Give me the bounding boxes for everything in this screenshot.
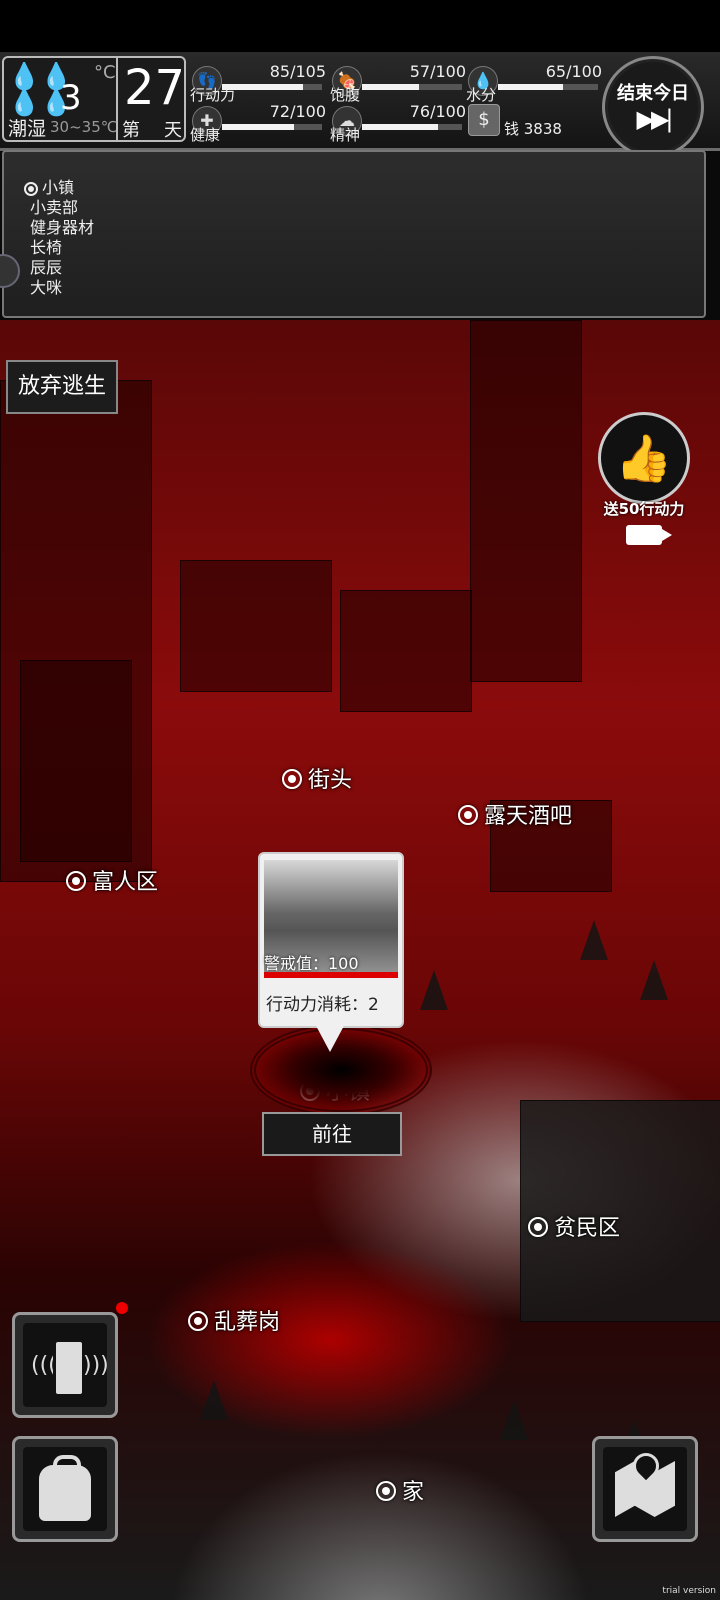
marker-dot-icon [458,805,478,825]
notification-dot [116,1302,128,1314]
marker-label: 露天酒吧 [484,804,573,829]
tree [200,1380,228,1420]
marker-graveyard[interactable]: 乱葬岗 [188,1304,280,1336]
tower-building [470,320,582,682]
stat-bar-fill [498,84,563,90]
backpack-icon [39,1455,91,1521]
map-button[interactable] [592,1436,698,1542]
day-number: 27 [124,60,186,116]
marker-dot-icon [188,1311,208,1331]
tree [640,960,668,1000]
stat-water: 💧 65/100 水分 [466,62,608,104]
phone-button[interactable]: ((( ))) [12,1312,118,1418]
end-day-button[interactable]: 结束今日 ▶▶| [602,56,704,158]
house-building [340,590,472,712]
marker-label: 街头 [308,768,353,793]
marker-home[interactable]: 家 [376,1474,424,1506]
day-suffix: 天 [164,120,182,141]
humidity-label: 潮湿 [8,118,47,140]
marker-rich-district[interactable]: 富人区 [66,864,158,896]
game-screen: 💧💧 💧💧 3 °C 潮湿 30~35℃ 27 第 天 👣 85/105 行动力 … [0,0,720,1600]
marker-dot-icon [528,1217,548,1237]
stat-value: 85/105 [269,62,326,81]
location-item-label: 大咪 [30,278,63,297]
stat-bar [362,84,462,90]
marker-bar[interactable]: 露天酒吧 [458,798,572,830]
stat-bar [498,84,598,90]
temperature-range: 30~35℃ [50,118,118,136]
stat-value: 72/100 [269,102,326,121]
stat-bar-fill [222,124,294,130]
backpack-icon-bg [23,1447,107,1531]
marker-label: 乱葬岗 [214,1310,281,1335]
stat-value: 57/100 [409,62,466,81]
money-label: 钱 3838 [504,120,562,138]
stat-health: ✚ 72/100 健康 [190,102,332,144]
location-item[interactable]: 大咪 [30,274,62,298]
marker-dot-icon [282,769,302,789]
alert-bar [264,972,398,978]
stat-label: 精神 [330,126,361,144]
temperature-value: 3 [60,78,82,118]
marker-dot-icon [376,1481,396,1501]
marker-label: 富人区 [92,870,159,895]
divider [116,58,118,140]
map-icon-bg [603,1447,687,1531]
stat-spirit: ☁ 76/100 精神 [330,102,472,144]
money-display: $ 钱 3838 [468,100,598,140]
degree-unit: °C [94,62,116,83]
location-panel: 小镇 小卖部 健身器材 长椅 辰辰 大咪 [2,150,706,318]
tree [580,920,608,960]
signal-wave-icon: ))) [83,1353,109,1378]
marker-dot-icon [66,871,86,891]
stat-value: 76/100 [409,102,466,121]
give-up-button[interactable]: 放弃逃生 [6,360,118,414]
weather-panel: 💧💧 💧💧 3 °C 潮湿 30~35℃ 27 第 天 [2,56,186,142]
stat-satiety: 🍖 57/100 饱腹 [330,62,472,104]
stat-bar-fill [362,84,419,90]
stat-value: 65/100 [545,62,602,81]
ad-reward-label: 送50行动力 [603,500,685,518]
marker-label: 家 [402,1480,425,1505]
location-popup-card: 警戒值：100 行动力消耗：2 [258,852,404,1028]
thumbs-up-icon: 👍 [598,412,690,504]
marker-label: 贫民区 [554,1216,621,1241]
end-day-label: 结束今日 [617,83,689,104]
stat-action: 👣 85/105 行动力 [190,62,332,104]
backpack-button[interactable] [12,1436,118,1542]
stat-label: 健康 [190,126,221,144]
marker-street[interactable]: 街头 [282,762,352,794]
ad-reward-button[interactable]: 👍 送50行动力 [598,412,690,552]
house-building [180,560,332,692]
stat-bar [222,84,322,90]
action-cost: 行动力消耗：2 [266,995,379,1015]
watermark: trial version [662,1586,716,1596]
go-button[interactable]: 前往 [262,1112,402,1156]
video-camera-icon [626,525,662,545]
phone-icon-bg: ((( ))) [23,1323,109,1407]
house-building [20,660,132,862]
phone-icon [53,1339,85,1397]
day-prefix: 第 [122,120,140,141]
tree [420,970,448,1010]
tree [500,1400,528,1440]
stat-bar [222,124,322,130]
marker-slum[interactable]: 贫民区 [528,1210,620,1242]
status-bar-spacer [0,0,720,52]
fast-forward-icon: ▶▶| [636,105,674,133]
alert-value: 警戒值：100 [264,954,359,973]
money-icon: $ [468,104,500,136]
stat-bar [362,124,462,130]
stat-bar-fill [362,124,438,130]
popup-pointer [314,1022,346,1052]
